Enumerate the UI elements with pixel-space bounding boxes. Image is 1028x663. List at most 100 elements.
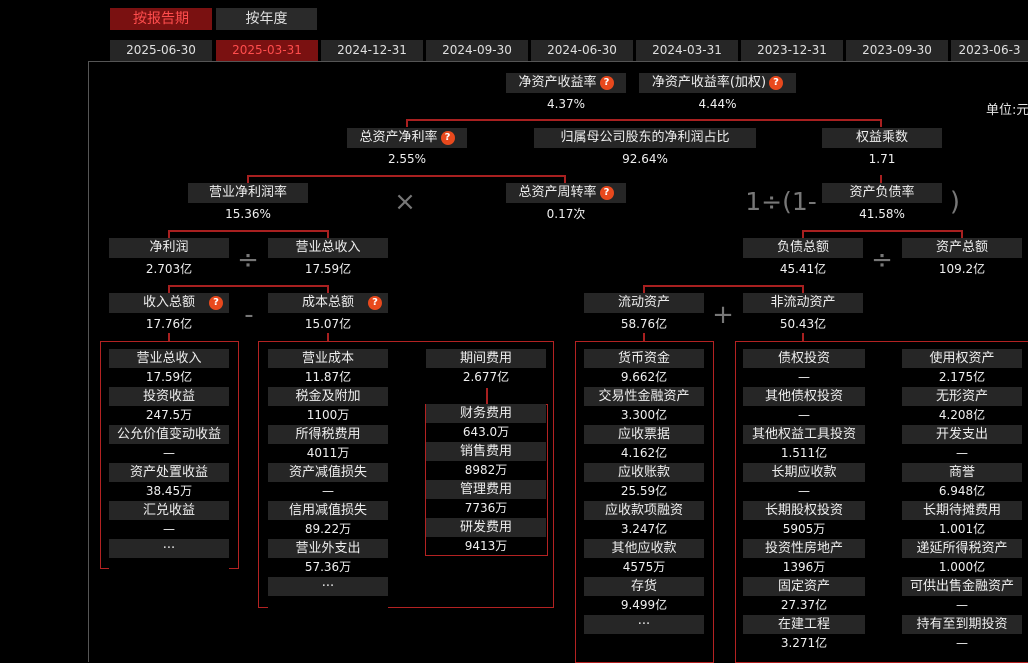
current-asset-item-value: 3.300亿 (584, 406, 704, 424)
help-icon[interactable]: ? (368, 296, 382, 310)
help-icon[interactable]: ? (769, 75, 784, 90)
cost-item[interactable]: 资产减值损失 — (268, 463, 388, 500)
date-tab-2024-03-31[interactable]: 2024-03-31 (636, 40, 738, 61)
expense-item[interactable]: 销售费用 8982万 (426, 442, 546, 479)
roa-node[interactable]: 总资产净利率? 2.55% (347, 128, 467, 168)
noncurrent-asset-item[interactable]: 长期待摊费用 1.001亿 (902, 501, 1022, 538)
noncurrent-asset-item[interactable]: 持有至到期投资 — (902, 615, 1022, 652)
cost-item[interactable]: 税金及附加 1100万 (268, 387, 388, 424)
current-asset-item[interactable]: ··· (584, 615, 704, 652)
total-income-label: 收入总额 (142, 295, 195, 310)
debt-ratio-value: 41.58% (822, 205, 942, 223)
connector (802, 333, 804, 341)
current-asset-item[interactable]: 应收账款 25.59亿 (584, 463, 704, 500)
connector (961, 230, 963, 238)
expense-item[interactable]: 管理费用 7736万 (426, 480, 546, 517)
income-item[interactable]: 汇兑收益 — (109, 501, 229, 538)
total-liabilities-value: 45.41亿 (743, 260, 863, 278)
connector (327, 333, 329, 341)
cost-item[interactable]: 信用减值损失 89.22万 (268, 501, 388, 538)
current-asset-item[interactable]: 存货 9.499亿 (584, 577, 704, 614)
noncurrent-asset-item-label: 固定资产 (743, 577, 865, 596)
noncurrent-asset-item[interactable]: 开发支出 — (902, 425, 1022, 462)
noncurrent-asset-item[interactable]: 商誉 6.948亿 (902, 463, 1022, 500)
income-item-label: 公允价值变动收益 (109, 425, 229, 444)
date-tab-2025-03-31[interactable]: 2025-03-31 (216, 40, 318, 61)
cost-item[interactable]: 所得税费用 4011万 (268, 425, 388, 462)
total-assets-node[interactable]: 资产总额 109.2亿 (902, 238, 1022, 278)
noncurrent-asset-item[interactable]: 债权投资 — (743, 349, 865, 386)
period-expense-item[interactable]: 期间费用 2.677亿 (426, 349, 546, 386)
total-liabilities-node[interactable]: 负债总额 45.41亿 (743, 238, 863, 278)
tab-by-year[interactable]: 按年度 (216, 8, 317, 30)
noncurrent-asset-item[interactable]: 其他债权投资 — (743, 387, 865, 424)
total-cost-node[interactable]: 成本总额? 15.07亿 (268, 293, 388, 333)
income-item-value: — (109, 520, 229, 538)
noncurrent-asset-item[interactable]: 递延所得税资产 1.000亿 (902, 539, 1022, 576)
income-item[interactable]: ··· (109, 539, 229, 576)
revenue-node[interactable]: 营业总收入 17.59亿 (268, 238, 388, 278)
noncurrent-asset-item[interactable]: 无形资产 4.208亿 (902, 387, 1022, 424)
help-icon[interactable]: ? (599, 75, 614, 90)
income-item[interactable]: 资产处置收益 38.45万 (109, 463, 229, 500)
current-asset-item[interactable]: 应收票据 4.162亿 (584, 425, 704, 462)
current-asset-item-value (584, 634, 704, 652)
noncurrent-asset-item[interactable]: 长期应收款 — (743, 463, 865, 500)
current-asset-item[interactable]: 其他应收款 4575万 (584, 539, 704, 576)
noncurrent-asset-item-label: 使用权资产 (902, 349, 1022, 368)
help-icon[interactable]: ? (209, 296, 223, 310)
noncurrent-asset-item[interactable]: 可供出售金融资产 — (902, 577, 1022, 614)
noncurrent-asset-item[interactable]: 在建工程 3.271亿 (743, 615, 865, 652)
cost-item-value: 89.22万 (268, 520, 388, 538)
net-profit-node[interactable]: 净利润 2.703亿 (109, 238, 229, 278)
parent-ratio-label: 归属母公司股东的净利润占比 (534, 128, 756, 148)
income-item[interactable]: 公允价值变动收益 — (109, 425, 229, 462)
debt-ratio-node[interactable]: 资产负债率 41.58% (822, 183, 942, 223)
expense-item-label: 财务费用 (426, 404, 546, 423)
tab-by-report[interactable]: 按报告期 (110, 8, 212, 30)
asset-turnover-node[interactable]: 总资产周转率? 0.17次 (506, 183, 626, 223)
net-margin-value: 15.36% (188, 205, 308, 223)
noncurrent-asset-item[interactable]: 固定资产 27.37亿 (743, 577, 865, 614)
date-tab-2023-12-31[interactable]: 2023-12-31 (741, 40, 843, 61)
roe-weighted-node[interactable]: 净资产收益率(加权)? 4.44% (639, 73, 796, 113)
current-asset-item[interactable]: 交易性金融资产 3.300亿 (584, 387, 704, 424)
income-item[interactable]: 营业总收入 17.59亿 (109, 349, 229, 386)
date-tab-2025-06-30[interactable]: 2025-06-30 (110, 40, 212, 61)
cost-item[interactable]: 营业成本 11.87亿 (268, 349, 388, 386)
connector (327, 285, 329, 293)
expense-item[interactable]: 财务费用 643.0万 (426, 404, 546, 441)
noncurrent-asset-item[interactable]: 长期股权投资 5905万 (743, 501, 865, 538)
noncurrent-assets-node[interactable]: 非流动资产 50.43亿 (743, 293, 863, 333)
connector (643, 333, 645, 341)
net-margin-node[interactable]: 营业净利润率 15.36% (188, 183, 308, 223)
parent-ratio-node[interactable]: 归属母公司股东的净利润占比 92.64% (534, 128, 756, 168)
help-icon[interactable]: ? (599, 185, 614, 200)
date-tab-2024-09-30[interactable]: 2024-09-30 (426, 40, 528, 61)
cost-item[interactable]: ··· (268, 577, 388, 614)
noncurrent-asset-item[interactable]: 其他权益工具投资 1.511亿 (743, 425, 865, 462)
total-cost-value: 15.07亿 (268, 315, 388, 333)
current-assets-node[interactable]: 流动资产 58.76亿 (584, 293, 704, 333)
current-asset-item[interactable]: 货币资金 9.662亿 (584, 349, 704, 386)
asset-turnover-label-row: 总资产周转率? (506, 183, 626, 203)
cost-item-value (268, 596, 388, 614)
expense-item[interactable]: 研发费用 9413万 (426, 518, 546, 555)
date-tab-2024-06-30[interactable]: 2024-06-30 (531, 40, 633, 61)
income-item-label: 营业总收入 (109, 349, 229, 368)
equity-multiplier-node[interactable]: 权益乘数 1.71 (822, 128, 942, 168)
date-tab-2024-12-31[interactable]: 2024-12-31 (321, 40, 423, 61)
cost-item[interactable]: 营业外支出 57.36万 (268, 539, 388, 576)
current-asset-item[interactable]: 应收款项融资 3.247亿 (584, 501, 704, 538)
roe-node[interactable]: 净资产收益率? 4.37% (506, 73, 626, 113)
noncurrent-asset-item[interactable]: 使用权资产 2.175亿 (902, 349, 1022, 386)
date-tab-2023-06-30[interactable]: 2023-06-3 (951, 40, 1028, 61)
income-item-value: 17.59亿 (109, 368, 229, 386)
total-income-node[interactable]: 收入总额? 17.76亿 (109, 293, 229, 333)
help-icon[interactable]: ? (440, 130, 455, 145)
income-item[interactable]: 投资收益 247.5万 (109, 387, 229, 424)
multiply-operator: × (394, 187, 416, 217)
noncurrent-asset-item-value: 3.271亿 (743, 634, 865, 652)
date-tab-2023-09-30[interactable]: 2023-09-30 (846, 40, 948, 61)
noncurrent-asset-item[interactable]: 投资性房地产 1396万 (743, 539, 865, 576)
